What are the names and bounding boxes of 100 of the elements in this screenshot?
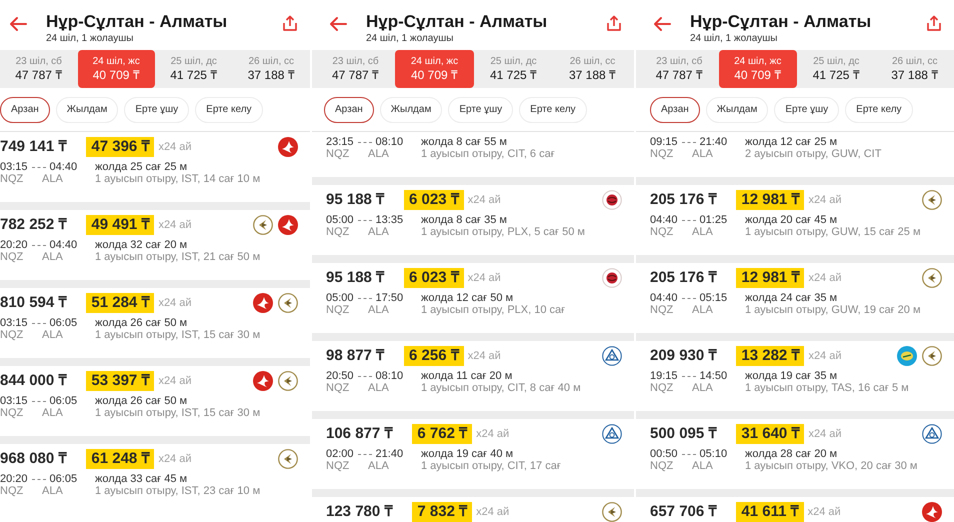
filter-chip[interactable]: Ерте келу bbox=[845, 96, 913, 122]
bird-logo-icon bbox=[922, 502, 942, 522]
installment-term: x24 ай bbox=[808, 426, 842, 442]
route-title: Нұр-Сұлтан - Алматы bbox=[690, 12, 872, 32]
date-tab[interactable]: 25 шіл, дс 41 725 ₸ bbox=[797, 50, 876, 88]
filter-chip[interactable]: Жылдам bbox=[706, 96, 768, 122]
back-arrow-icon[interactable] bbox=[8, 16, 28, 32]
chevron-logo-icon bbox=[922, 268, 942, 288]
triangle-logo-icon bbox=[602, 424, 622, 444]
layover-info: 1 ауысып отыру, CIT, 17 сағ bbox=[421, 460, 562, 472]
triangle-logo-icon bbox=[602, 346, 622, 366]
origin-code: NQZ bbox=[650, 304, 674, 316]
arrival-time: 06:05 bbox=[50, 317, 78, 329]
trip-subtitle: 24 шіл, 1 жолаушы bbox=[366, 32, 454, 46]
trip-duration: жолда 33 сағ 45 м bbox=[95, 473, 188, 485]
trip-duration: жолда 8 сағ 35 м bbox=[421, 214, 508, 226]
origin-code: NQZ bbox=[0, 407, 24, 419]
filter-chip[interactable]: Арзан bbox=[0, 96, 50, 122]
flower-logo-icon bbox=[602, 268, 622, 288]
total-price: 123 780 ₸ bbox=[326, 502, 392, 522]
filter-chip[interactable]: Жылдам bbox=[380, 96, 442, 122]
installment-term: x24 ай bbox=[808, 504, 841, 520]
monthly-price-badge: 12 981 ₸ bbox=[736, 190, 804, 210]
destination-code: ALA bbox=[368, 460, 389, 472]
layover-info: 1 ауысып отыру, GUW, 19 сағ 20 м bbox=[745, 304, 922, 316]
monthly-price-badge: 51 284 ₸ bbox=[86, 293, 154, 313]
filter-chip[interactable]: Ерте ұшу bbox=[774, 96, 840, 122]
date-tab[interactable]: 23 шіл, сб 47 787 ₸ bbox=[640, 50, 718, 88]
origin-code: NQZ bbox=[650, 226, 674, 238]
date-tab[interactable]: 23 шіл, сб 47 787 ₸ bbox=[316, 50, 395, 88]
arrival-time: 21:40 bbox=[700, 136, 728, 148]
destination-code: ALA bbox=[692, 460, 713, 472]
share-icon[interactable] bbox=[282, 15, 298, 32]
back-arrow-icon[interactable] bbox=[652, 16, 672, 32]
dashed-divider bbox=[32, 244, 46, 246]
origin-code: NQZ bbox=[326, 382, 350, 394]
bird-logo-icon bbox=[278, 137, 298, 157]
origin-code: NQZ bbox=[326, 460, 350, 472]
layover-info: 1 ауысып отыру, IST, 21 сағ 50 м bbox=[95, 251, 262, 263]
destination-code: ALA bbox=[368, 382, 389, 394]
destination-code: ALA bbox=[368, 148, 389, 160]
trip-subtitle: 24 шіл, 1 жолаушы bbox=[690, 32, 778, 46]
installment-term: x24 ай bbox=[158, 140, 192, 155]
round-logo-icon bbox=[897, 346, 917, 366]
installment-term: x24 ай bbox=[158, 218, 192, 233]
back-arrow-icon[interactable] bbox=[328, 16, 348, 32]
date-tab[interactable]: 24 шіл, жс 40 709 ₸ bbox=[395, 50, 474, 88]
total-price: 968 080 ₸ bbox=[0, 448, 66, 469]
installment-term: x24 ай bbox=[158, 452, 192, 467]
date-tab[interactable]: 26 шіл, сс 37 188 ₸ bbox=[876, 50, 954, 88]
installment-term: x24 ай bbox=[808, 348, 842, 364]
dashed-divider bbox=[32, 322, 46, 324]
departure-time: 20:50 bbox=[326, 370, 354, 382]
destination-code: ALA bbox=[368, 226, 389, 238]
destination-code: ALA bbox=[368, 304, 389, 316]
date-tab[interactable]: 25 шіл, дс 41 725 ₸ bbox=[474, 50, 553, 88]
arrival-time: 13:35 bbox=[376, 214, 404, 226]
departure-time: 23:15 bbox=[326, 136, 354, 148]
arrival-time: 05:10 bbox=[700, 448, 728, 460]
origin-code: NQZ bbox=[326, 226, 350, 238]
departure-time: 19:15 bbox=[650, 370, 678, 382]
dashed-divider bbox=[32, 478, 46, 480]
total-price: 749 141 ₸ bbox=[0, 136, 66, 157]
filter-chip[interactable]: Ерте ұшу bbox=[124, 96, 190, 122]
arrival-time: 04:40 bbox=[50, 239, 78, 251]
arrival-time: 06:05 bbox=[50, 395, 78, 407]
dashed-divider bbox=[32, 400, 46, 402]
filter-chip[interactable]: Жылдам bbox=[56, 96, 118, 122]
filter-chip[interactable]: Ерте келу bbox=[519, 96, 587, 122]
origin-code: NQZ bbox=[0, 485, 24, 497]
trip-duration: жолда 25 сағ 25 м bbox=[95, 161, 188, 173]
date-tab[interactable]: 24 шіл, жс 40 709 ₸ bbox=[78, 50, 155, 88]
triangle-logo-icon bbox=[922, 424, 942, 444]
monthly-price-badge: 41 611 ₸ bbox=[736, 502, 804, 522]
trip-duration: жолда 24 сағ 35 м bbox=[745, 292, 838, 304]
chevron-logo-icon bbox=[253, 215, 273, 235]
arrival-time: 04:40 bbox=[50, 161, 78, 173]
date-tab[interactable]: 25 шіл, дс 41 725 ₸ bbox=[155, 50, 232, 88]
filter-chip[interactable]: Арзан bbox=[650, 96, 700, 122]
filter-chip[interactable]: Арзан bbox=[324, 96, 374, 122]
origin-code: NQZ bbox=[650, 148, 674, 160]
destination-code: ALA bbox=[42, 485, 63, 497]
monthly-price-badge: 47 396 ₸ bbox=[86, 137, 154, 157]
arrival-time: 08:10 bbox=[376, 136, 404, 148]
trip-duration: жолда 12 сағ 25 м bbox=[745, 136, 838, 148]
total-price: 106 877 ₸ bbox=[326, 424, 392, 444]
date-tab[interactable]: 24 шіл, жс 40 709 ₸ bbox=[718, 50, 797, 88]
share-icon[interactable] bbox=[606, 15, 622, 32]
trip-duration: жолда 26 сағ 50 м bbox=[95, 395, 188, 407]
filter-chip[interactable]: Ерте келу bbox=[195, 96, 263, 122]
date-tab[interactable]: 26 шіл, сс 37 188 ₸ bbox=[232, 50, 310, 88]
date-tab[interactable]: 26 шіл, сс 37 188 ₸ bbox=[553, 50, 632, 88]
installment-term: x24 ай bbox=[158, 374, 192, 389]
monthly-price-badge: 49 491 ₸ bbox=[86, 215, 154, 235]
departure-time: 20:20 bbox=[0, 239, 28, 251]
date-tab[interactable]: 23 шіл, сб 47 787 ₸ bbox=[0, 50, 78, 88]
monthly-price-badge: 6 023 ₸ bbox=[404, 190, 464, 210]
share-icon[interactable] bbox=[926, 15, 942, 32]
filter-chip[interactable]: Ерте ұшу bbox=[448, 96, 514, 122]
departure-time: 04:40 bbox=[650, 292, 678, 304]
